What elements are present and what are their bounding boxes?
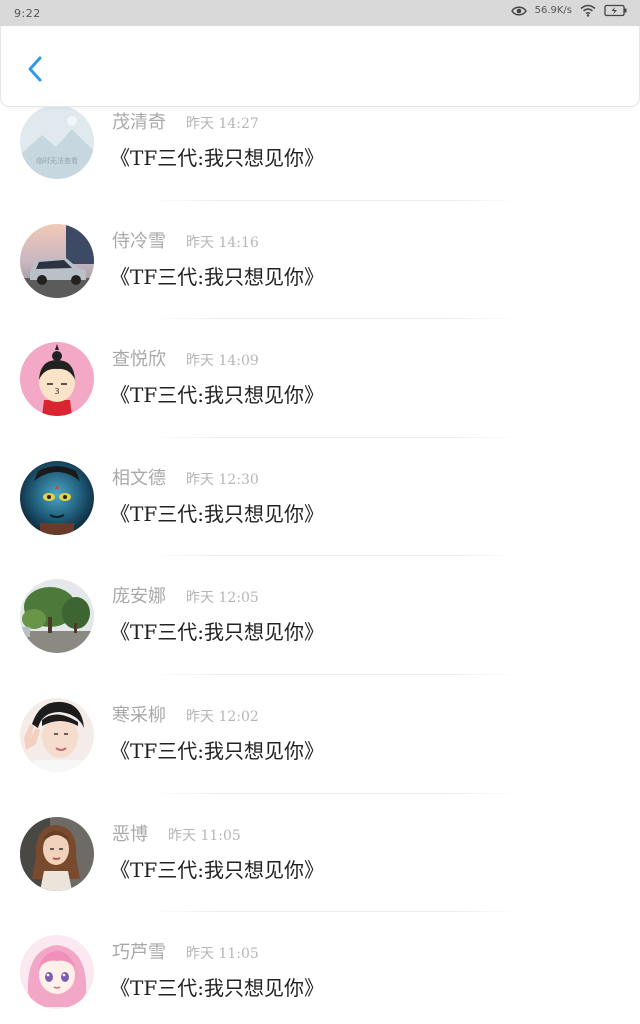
message-time: 昨天 12:05 <box>186 590 259 607</box>
message-text: 《TF三代:我只想见你》 <box>110 620 324 645</box>
message-time: 昨天 14:27 <box>186 116 259 132</box>
message-list[interactable]: 临时无法查看 茂清奇 昨天 14:27 《TF三代:我只想见你》 侍冷雪 昨天 … <box>0 106 640 1024</box>
sender-line: 相文德 昨天 12:30 <box>112 464 259 490</box>
sender-name: 恶博 <box>112 823 148 845</box>
list-item[interactable]: 寒采柳 昨天 12:02 《TF三代:我只想见你》 <box>0 675 640 794</box>
message-text: 《TF三代:我只想见你》 <box>110 501 324 526</box>
sender-name: 侍冷雪 <box>112 230 166 252</box>
list-item[interactable]: 侍冷雪 昨天 14:16 《TF三代:我只想见你》 <box>0 201 640 320</box>
status-time: 9:22 <box>14 7 41 20</box>
message-text: 《TF三代:我只想见你》 <box>110 146 324 170</box>
message-text: 《TF三代:我只想见你》 <box>110 738 324 763</box>
message-time: 昨天 14:09 <box>186 353 259 370</box>
sender-line: 庞安娜 昨天 12:05 <box>112 582 259 608</box>
sender-name: 寒采柳 <box>112 704 166 726</box>
message-text: 《TF三代:我只想见你》 <box>110 264 324 289</box>
anime-girl-avatar[interactable] <box>20 935 94 1010</box>
sender-line: 恶博 昨天 11:05 <box>112 820 241 846</box>
message-text: 《TF三代:我只想见你》 <box>110 976 324 1001</box>
placeholder-image-avatar[interactable]: 临时无法查看 <box>20 106 94 179</box>
sender-name: 相文德 <box>112 467 166 489</box>
message-text: 《TF三代:我只想见你》 <box>110 383 324 408</box>
status-bar: 9:22 56.9K/s <box>0 0 640 26</box>
avatar-caption: 临时无法查看 <box>36 156 78 165</box>
wifi-icon <box>580 4 596 17</box>
car-photo-avatar[interactable] <box>20 223 94 298</box>
network-speed: 56.9K/s <box>534 5 572 16</box>
list-item[interactable]: 巧芦雪 昨天 11:05 《TF三代:我只想见你》 <box>0 912 640 1024</box>
message-time: 昨天 11:05 <box>186 946 259 963</box>
chevron-left-icon <box>28 56 42 82</box>
top-header <box>0 26 640 107</box>
list-item[interactable]: 临时无法查看 茂清奇 昨天 14:27 《TF三代:我只想见你》 <box>0 106 640 201</box>
sender-line: 茂清奇 昨天 14:27 <box>112 108 259 134</box>
sender-name: 茂清奇 <box>112 112 166 133</box>
message-time: 昨天 14:16 <box>186 234 259 251</box>
list-item[interactable]: 恶博 昨天 11:05 《TF三代:我只想见你》 <box>0 794 640 913</box>
trees-landscape-avatar[interactable] <box>20 579 94 654</box>
svg-text:3: 3 <box>54 387 59 396</box>
message-time: 昨天 11:05 <box>168 827 241 844</box>
sender-name: 查悦欣 <box>112 349 166 371</box>
sender-line: 寒采柳 昨天 12:02 <box>112 701 259 727</box>
cartoon-girl-avatar[interactable]: 3 <box>20 342 94 417</box>
status-icons: 56.9K/s <box>510 4 628 17</box>
message-time: 昨天 12:02 <box>186 708 259 725</box>
back-button[interactable] <box>19 52 53 86</box>
message-text: 《TF三代:我只想见你》 <box>110 857 324 882</box>
sender-line: 查悦欣 昨天 14:09 <box>112 345 259 371</box>
sender-line: 侍冷雪 昨天 14:16 <box>112 227 259 253</box>
sender-line: 巧芦雪 昨天 11:05 <box>112 938 259 964</box>
battery-charging-icon <box>604 4 627 17</box>
sender-name: 巧芦雪 <box>112 942 166 964</box>
list-item[interactable]: 庞安娜 昨天 12:05 《TF三代:我只想见你》 <box>0 556 640 675</box>
woman-portrait-avatar[interactable] <box>20 816 94 891</box>
list-item[interactable]: 相文德 昨天 12:30 《TF三代:我只想见你》 <box>0 438 640 557</box>
avatar-movie-character-avatar[interactable] <box>20 460 94 535</box>
message-time: 昨天 12:30 <box>186 471 259 488</box>
list-item[interactable]: 3 查悦欣 昨天 14:09 《TF三代:我只想见你》 <box>0 319 640 438</box>
sender-name: 庞安娜 <box>112 586 166 608</box>
eye-icon <box>510 6 527 15</box>
young-man-peace-sign-avatar[interactable] <box>20 697 94 772</box>
